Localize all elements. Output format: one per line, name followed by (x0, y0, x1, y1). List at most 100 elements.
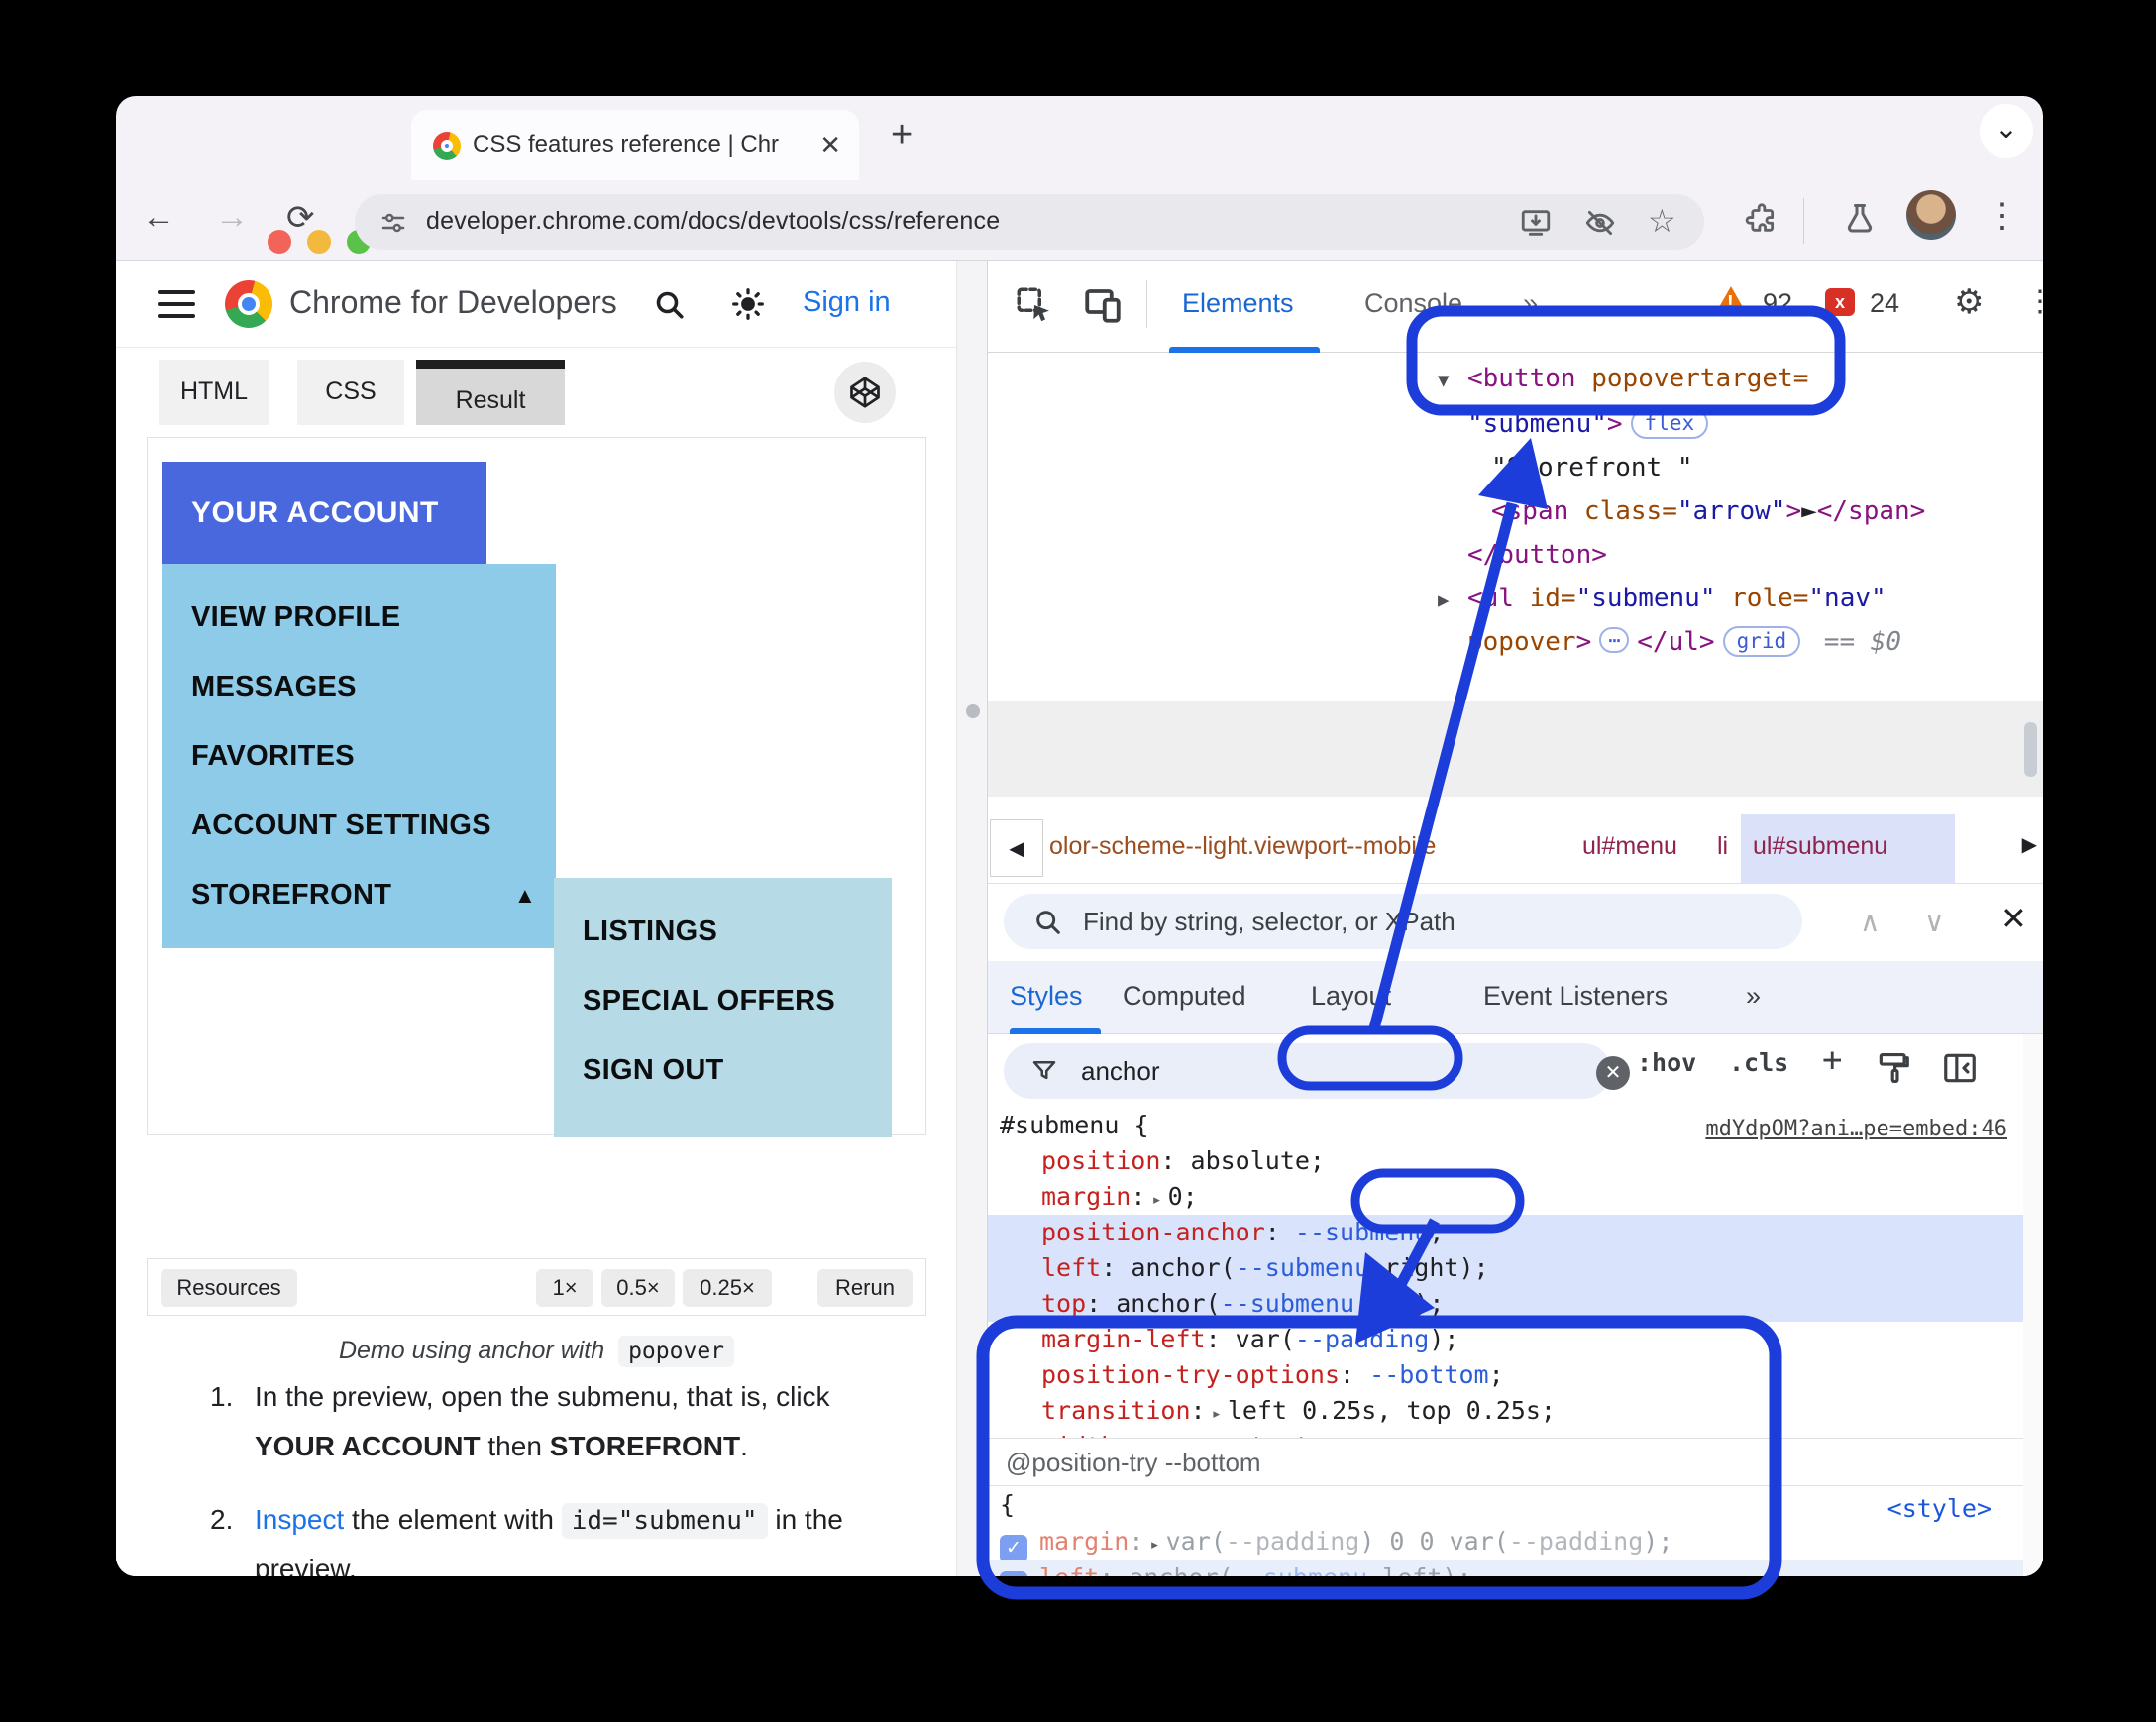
tree-node-line[interactable]: popover> ⋯ </ul> grid == $0 (1467, 620, 1901, 664)
elements-vertical-scrollbar[interactable] (2024, 722, 2037, 777)
site-title[interactable]: Chrome for Developers (289, 284, 617, 321)
selected-element-row[interactable] (988, 701, 2043, 797)
tree-node-line[interactable]: "Storefront " (1491, 446, 1693, 489)
site-settings-icon[interactable] (378, 208, 408, 238)
rule-selector[interactable]: #submenu {mdYdpOM?ani…pe=embed:46 (988, 1108, 2043, 1143)
submenu-item-listings[interactable]: LISTINGS (583, 915, 717, 948)
bookmark-star-icon[interactable]: ☆ (1648, 202, 1676, 240)
submenu-item-special-offers[interactable]: SPECIAL OFFERS (583, 985, 835, 1018)
styles-scrollbar-track[interactable] (2023, 1034, 2043, 1576)
profile-avatar[interactable] (1906, 190, 1956, 240)
property-checkbox[interactable]: ✓ (1000, 1571, 1027, 1576)
page-tab-css[interactable]: CSS (297, 360, 404, 425)
search-input[interactable]: Find by string, selector, or XPath (1004, 894, 1802, 949)
labs-flask-icon[interactable] (1842, 201, 1878, 237)
menu-item-storefront[interactable]: STOREFRONT (191, 879, 391, 912)
tree-node-line[interactable]: <span class="arrow">►</span> (1491, 489, 1925, 533)
page-tab-result[interactable]: Result (416, 360, 565, 425)
error-icon[interactable]: x (1825, 288, 1855, 316)
scale-button-1×[interactable]: 1× (536, 1269, 593, 1307)
search-icon[interactable] (651, 286, 687, 322)
tree-node-line[interactable]: "submenu"> flex (1467, 402, 1716, 446)
css-property-top[interactable]: top: anchor(--submenu top); (988, 1286, 2043, 1322)
install-icon[interactable] (1519, 206, 1553, 240)
menu-item-account-settings[interactable]: ACCOUNT SETTINGS (191, 809, 491, 842)
submenu-item-sign-out[interactable]: SIGN OUT (583, 1054, 724, 1087)
sidebar-more-tabs-icon[interactable]: » (1746, 981, 1761, 1012)
codepen-button[interactable] (834, 362, 896, 423)
breadcrumb-item-olor-scheme-light-viewport-mobile[interactable]: olor-scheme--light.viewport--mobile (1049, 832, 1436, 861)
breadcrumb-item-li[interactable]: li (1717, 832, 1728, 861)
sign-in-button[interactable]: Sign in (803, 286, 891, 319)
resources-button[interactable]: Resources (161, 1269, 297, 1307)
position-try-property-left[interactable]: ✓left: anchor(--submenu left); (988, 1560, 2043, 1576)
rule-source-link[interactable]: mdYdpOM?ani…pe=embed:46 (1705, 1112, 2007, 1147)
forward-button[interactable]: → (215, 198, 249, 237)
warning-icon[interactable] (1714, 286, 1748, 316)
css-property-position[interactable]: position: absolute; (988, 1143, 2043, 1179)
find-next-icon[interactable]: ∨ (1924, 906, 1945, 938)
tree-node-line[interactable]: ▼ <button popovertarget= (1438, 357, 1808, 400)
new-tab-button[interactable]: + (891, 114, 913, 157)
url-text[interactable]: developer.chrome.com/docs/devtools/css/r… (426, 207, 1000, 236)
tab-strip-chevron-icon[interactable]: ⌄ (1980, 104, 2033, 158)
back-button[interactable]: ← (142, 198, 175, 237)
new-style-rule-button[interactable]: + (1822, 1040, 1842, 1080)
tree-node-line[interactable]: </button> (1467, 533, 1607, 577)
css-property-transition[interactable]: transition: ▸ left 0.25s, top 0.25s; (988, 1393, 2043, 1429)
device-toolbar-icon[interactable] (1082, 284, 1124, 326)
menu-item-favorites[interactable]: FAVORITES (191, 740, 355, 773)
breadcrumb-back-icon[interactable]: ◀ (990, 819, 1043, 877)
sidebar-tab-event-listeners[interactable]: Event Listeners (1483, 981, 1668, 1012)
error-count[interactable]: 24 (1870, 288, 1899, 319)
devtools-menu-dots-icon[interactable]: ⋮ (2025, 284, 2043, 319)
site-logo-chrome-icon[interactable] (225, 280, 272, 328)
rerun-button[interactable]: Rerun (817, 1269, 913, 1307)
theme-sun-icon[interactable] (730, 286, 766, 322)
eye-off-icon[interactable] (1583, 206, 1617, 240)
filter-input[interactable]: anchor ✕ (1004, 1043, 1630, 1099)
find-previous-icon[interactable]: ∧ (1860, 906, 1881, 938)
css-property-left[interactable]: left: anchor(--submenu right); (988, 1250, 2043, 1286)
tab-console[interactable]: Console (1364, 288, 1462, 319)
property-checkbox[interactable]: ✓ (1000, 1535, 1027, 1562)
toggle-hover-button[interactable]: :hov (1637, 1048, 1696, 1077)
css-property-margin-left[interactable]: margin-left: var(--padding); (988, 1322, 2043, 1357)
tab-close-icon[interactable]: ✕ (819, 130, 841, 161)
tree-node-line[interactable]: ▶ <ul id="submenu" role="nav" (1438, 577, 1886, 620)
inspect-element-icon[interactable] (1014, 284, 1055, 326)
position-try-property-margin[interactable]: ✓ margin: ▸ var(--padding) 0 0 var(--paddin… (988, 1523, 2043, 1562)
tab-elements[interactable]: Elements (1182, 288, 1294, 319)
extensions-puzzle-icon[interactable] (1745, 202, 1779, 236)
sidebar-toggle-icon[interactable] (1941, 1049, 1979, 1087)
breadcrumb-forward-icon[interactable]: ▶ (2022, 832, 2037, 857)
devtools-settings-gear-icon[interactable]: ⚙ (1954, 282, 1984, 322)
breadcrumb-item-ul-submenu[interactable]: ul#submenu (1753, 832, 1887, 861)
your-account-button[interactable]: YOUR ACCOUNT (162, 462, 486, 564)
breadcrumb-item-ul-menu[interactable]: ul#menu (1582, 832, 1677, 861)
sidebar-tab-layout[interactable]: Layout (1311, 981, 1391, 1012)
split-gutter[interactable] (956, 261, 987, 1576)
css-property-position-try-options[interactable]: position-try-options: --bottom; (988, 1357, 2043, 1393)
position-try-header[interactable]: @position-try --bottom (988, 1439, 2043, 1486)
style-source-link[interactable]: <style> (1887, 1494, 1992, 1523)
filter-clear-icon[interactable]: ✕ (1596, 1056, 1630, 1090)
reload-button[interactable]: ⟳ (286, 198, 315, 238)
scale-button-0.5×[interactable]: 0.5× (601, 1269, 675, 1307)
scale-button-0.25×[interactable]: 0.25× (683, 1269, 772, 1307)
split-handle-icon[interactable] (966, 704, 980, 718)
css-property-position-anchor[interactable]: position-anchor: --submenu; (988, 1215, 2043, 1250)
browser-menu-dots-icon[interactable]: ⋮ (1986, 196, 2019, 236)
css-property-margin[interactable]: margin: ▸ 0; (988, 1179, 2043, 1215)
warning-count[interactable]: 92 (1763, 288, 1792, 319)
page-tab-html[interactable]: HTML (159, 360, 270, 425)
address-bar[interactable]: developer.chrome.com/docs/devtools/css/r… (355, 194, 1704, 250)
rendering-paint-icon[interactable] (1875, 1049, 1912, 1087)
menu-item-view-profile[interactable]: VIEW PROFILE (191, 601, 400, 634)
toggle-class-button[interactable]: .cls (1729, 1048, 1788, 1077)
menu-item-messages[interactable]: MESSAGES (191, 671, 357, 703)
find-close-icon[interactable]: ✕ (2000, 900, 2027, 937)
sidebar-tab-computed[interactable]: Computed (1123, 981, 1246, 1012)
browser-tab[interactable]: CSS features reference | Chr ✕ (411, 110, 859, 180)
sidebar-tab-styles[interactable]: Styles (1010, 981, 1083, 1012)
